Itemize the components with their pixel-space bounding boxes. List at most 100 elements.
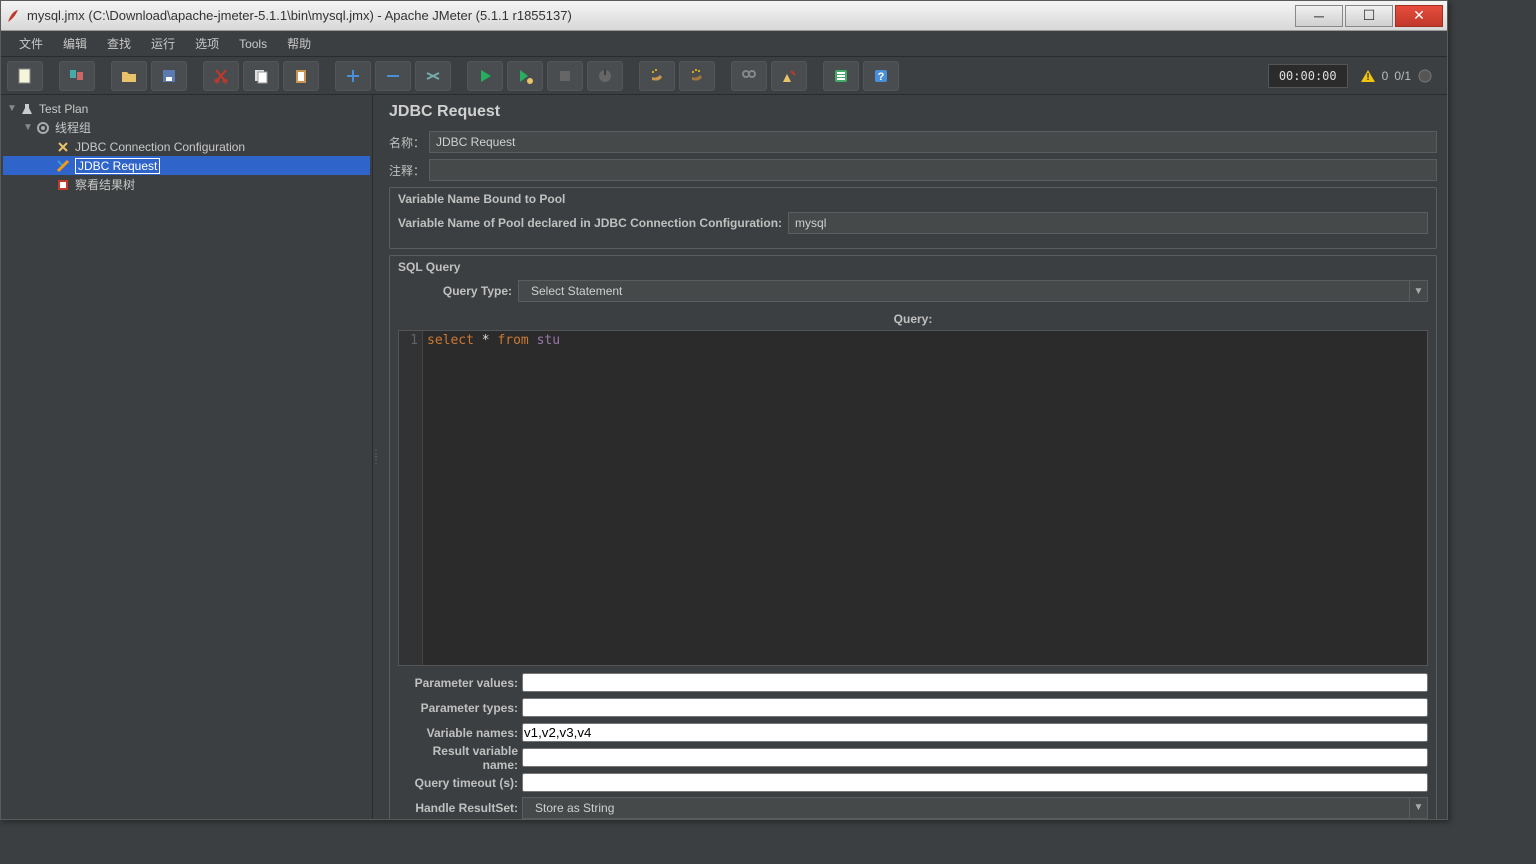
expand-button[interactable] — [335, 61, 371, 91]
thread-count: 0/1 — [1394, 69, 1411, 83]
menu-options[interactable]: 选项 — [185, 31, 229, 56]
app-icon — [5, 8, 21, 24]
menu-tools[interactable]: Tools — [229, 33, 277, 55]
expand-icon[interactable]: ▼ — [7, 103, 19, 114]
variable-names-label: Variable names: — [398, 726, 522, 740]
query-header: Query: — [398, 308, 1428, 330]
svg-text:?: ? — [878, 71, 885, 83]
svg-text:!: ! — [1366, 72, 1369, 83]
function-helper-button[interactable] — [823, 61, 859, 91]
comment-label: 注释： — [389, 162, 429, 179]
pool-var-row: Variable Name of Pool declared in JDBC C… — [398, 212, 1428, 234]
gear-icon — [35, 120, 51, 136]
tree-node-thread-group[interactable]: ▼ 线程组 — [3, 118, 370, 137]
tree-label: Test Plan — [39, 102, 88, 116]
comment-input[interactable] — [429, 159, 1437, 181]
name-input[interactable] — [429, 131, 1437, 153]
query-editor[interactable]: 1 select * from stu — [398, 330, 1428, 666]
param-types-label: Parameter types: — [398, 701, 522, 715]
editor-panel: JDBC Request 名称： 注释： Variable Name Bound… — [379, 95, 1447, 819]
select-value: Store as String — [529, 801, 614, 815]
test-plan-tree: ▼ Test Plan ▼ 线程组 JDBC Connection Config… — [1, 95, 372, 198]
stop-button[interactable] — [547, 61, 583, 91]
query-type-select[interactable]: Select Statement ▼ — [518, 280, 1428, 302]
toolbar: ? 00:00:00 ! 0 0/1 — [1, 57, 1447, 95]
menu-edit[interactable]: 编辑 — [53, 31, 97, 56]
tree-panel[interactable]: ▼ Test Plan ▼ 线程组 JDBC Connection Config… — [1, 95, 373, 819]
select-value: Select Statement — [525, 284, 622, 298]
menu-help[interactable]: 帮助 — [277, 31, 321, 56]
menubar: 文件 编辑 查找 运行 选项 Tools 帮助 — [1, 31, 1447, 57]
variable-group-title: Variable Name Bound to Pool — [398, 192, 1428, 206]
menu-search[interactable]: 查找 — [97, 31, 141, 56]
tree-label: 察看结果树 — [75, 176, 135, 193]
collapse-button[interactable] — [375, 61, 411, 91]
query-type-row: Query Type: Select Statement ▼ — [398, 280, 1428, 302]
maximize-button[interactable]: ☐ — [1345, 5, 1393, 27]
config-icon — [55, 139, 71, 155]
new-button[interactable] — [7, 61, 43, 91]
toggle-button[interactable] — [415, 61, 451, 91]
paste-button[interactable] — [283, 61, 319, 91]
tree-node-jdbc-request[interactable]: JDBC Request — [3, 156, 370, 175]
copy-button[interactable] — [243, 61, 279, 91]
tree-node-results-tree[interactable]: 察看结果树 — [3, 175, 370, 194]
name-row: 名称： — [389, 131, 1437, 153]
pool-var-input[interactable] — [788, 212, 1428, 234]
start-no-pause-button[interactable] — [507, 61, 543, 91]
tree-label: JDBC Connection Configuration — [75, 140, 245, 154]
sql-group-title: SQL Query — [398, 260, 1428, 274]
status-area: ! 0 0/1 — [1352, 68, 1441, 84]
run-indicator-icon — [1417, 68, 1433, 84]
handle-resultset-label: Handle ResultSet: — [398, 801, 522, 815]
warning-count: 0 — [1382, 69, 1389, 83]
warning-icon[interactable]: ! — [1360, 68, 1376, 84]
result-var-label: Result variable name: — [398, 744, 522, 772]
menu-run[interactable]: 运行 — [141, 31, 185, 56]
content-area: ▼ Test Plan ▼ 线程组 JDBC Connection Config… — [1, 95, 1447, 819]
result-var-input[interactable] — [522, 748, 1428, 767]
tree-node-jdbc-connection[interactable]: JDBC Connection Configuration — [3, 137, 370, 156]
handle-resultset-select[interactable]: Store as String ▼ — [522, 797, 1428, 819]
menu-file[interactable]: 文件 — [9, 31, 53, 56]
window-title: mysql.jmx (C:\Download\apache-jmeter-5.1… — [27, 8, 1295, 23]
params-table: Parameter values: Parameter types: Varia… — [398, 670, 1428, 819]
comment-row: 注释： — [389, 159, 1437, 181]
minimize-button[interactable]: ─ — [1295, 5, 1343, 27]
param-types-input[interactable] — [522, 698, 1428, 717]
open-button[interactable] — [111, 61, 147, 91]
tree-label: 线程组 — [55, 119, 91, 136]
query-timeout-input[interactable] — [522, 773, 1428, 792]
variable-name-group: Variable Name Bound to Pool Variable Nam… — [389, 187, 1437, 249]
clear-all-button[interactable] — [679, 61, 715, 91]
tree-node-test-plan[interactable]: ▼ Test Plan — [3, 99, 370, 118]
templates-button[interactable] — [59, 61, 95, 91]
line-gutter: 1 — [399, 331, 423, 665]
sampler-icon — [55, 158, 71, 174]
expand-icon[interactable]: ▼ — [23, 122, 35, 133]
save-button[interactable] — [151, 61, 187, 91]
window-controls: ─ ☐ ✕ — [1295, 5, 1443, 27]
close-button[interactable]: ✕ — [1395, 5, 1443, 27]
shutdown-button[interactable] — [587, 61, 623, 91]
variable-names-input[interactable] — [522, 723, 1428, 742]
help-button[interactable]: ? — [863, 61, 899, 91]
chevron-down-icon: ▼ — [1409, 281, 1427, 301]
panel-title: JDBC Request — [389, 103, 1437, 121]
tree-label: JDBC Request — [75, 158, 160, 174]
listener-icon — [55, 177, 71, 193]
cut-button[interactable] — [203, 61, 239, 91]
param-values-label: Parameter values: — [398, 676, 522, 690]
chevron-down-icon: ▼ — [1409, 798, 1427, 818]
param-values-input[interactable] — [522, 673, 1428, 692]
clear-button[interactable] — [639, 61, 675, 91]
reset-search-button[interactable] — [771, 61, 807, 91]
titlebar: mysql.jmx (C:\Download\apache-jmeter-5.1… — [1, 1, 1447, 31]
app-window: mysql.jmx (C:\Download\apache-jmeter-5.1… — [0, 0, 1448, 820]
query-text[interactable]: select * from stu — [423, 331, 1427, 665]
pool-var-label: Variable Name of Pool declared in JDBC C… — [398, 216, 782, 230]
search-button[interactable] — [731, 61, 767, 91]
name-label: 名称： — [389, 134, 429, 151]
start-button[interactable] — [467, 61, 503, 91]
elapsed-timer: 00:00:00 — [1268, 64, 1348, 88]
